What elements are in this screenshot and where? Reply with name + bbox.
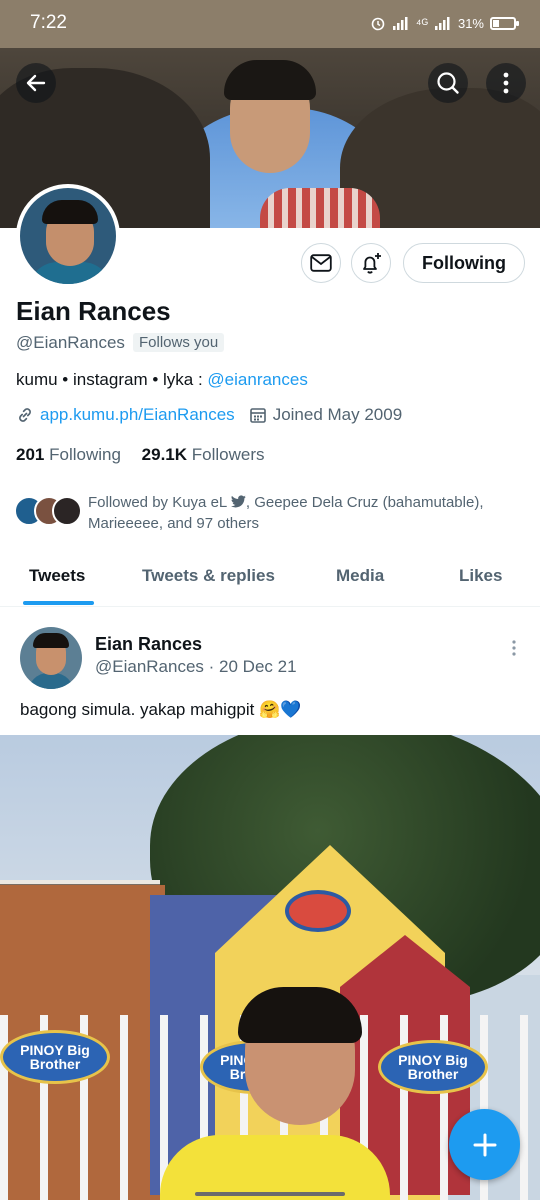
profile-joined-date: Joined May 2009: [272, 405, 403, 424]
twitter-bird-icon: [230, 495, 246, 508]
media-person-hair: [238, 987, 362, 1043]
profile-website-link[interactable]: app.kumu.ph/EianRances: [40, 405, 235, 425]
bio-text: kumu • instagram • lyka :: [16, 370, 208, 389]
mail-icon: [310, 254, 332, 272]
profile-avatar[interactable]: [16, 184, 120, 288]
pbb-sign-left: PINOY Big Brother: [0, 1030, 110, 1084]
followed-by-text[interactable]: Followed by Kuya eL , Geepee Dela Cruz (…: [88, 492, 518, 534]
battery-icon: [490, 16, 519, 30]
search-icon: [437, 72, 459, 94]
tweet-avatar[interactable]: [20, 627, 82, 689]
home-indicator[interactable]: [195, 1192, 345, 1196]
followers-count: 29.1K: [141, 445, 188, 464]
calendar-icon: [249, 408, 266, 423]
profile-tabs: Tweets Tweets & replies Media Likes: [0, 550, 540, 607]
tweet-avatar-body: [28, 673, 74, 689]
followers-label: Followers: [191, 445, 265, 464]
banner-person-hair: [224, 60, 316, 100]
compose-tweet-button[interactable]: [449, 1109, 520, 1180]
status-bar: 7:22 ⁴ᴳ 31%: [0, 0, 540, 48]
search-button[interactable]: [428, 63, 468, 103]
back-button[interactable]: [16, 63, 56, 103]
more-options-button[interactable]: [486, 63, 526, 103]
link-icon: [19, 408, 31, 422]
follows-you-badge: Follows you: [133, 333, 225, 352]
following-stat[interactable]: 201 Following: [16, 445, 121, 464]
tweet-handle-date: @EianRances · 20 Dec 21: [95, 657, 297, 676]
profile-name: Eian Rances: [16, 296, 171, 326]
battery-fill: [493, 19, 499, 27]
more-vertical-icon: [503, 72, 509, 94]
tweet-avatar-hair: [33, 633, 69, 648]
arrow-left-icon: [26, 74, 46, 92]
network-type: ⁴ᴳ: [415, 15, 428, 31]
profile-stats: 201 Following 29.1K Followers: [16, 445, 265, 465]
bio-mention-link[interactable]: @eianrances: [207, 370, 307, 389]
tab-likes[interactable]: Likes: [459, 566, 502, 586]
following-count: 201: [16, 445, 45, 464]
pbb-sign-right: PINOY Big Brother: [378, 1040, 488, 1094]
tweet-author-name[interactable]: Eian Rances: [95, 634, 202, 655]
follower-avatar: [52, 496, 82, 526]
avatar-hair: [42, 200, 98, 224]
tweet-text: bagong simula. yakap mahigpit 🤗💙: [20, 700, 302, 719]
signal-icon-2: [434, 17, 450, 30]
tweet-more-button[interactable]: [506, 638, 522, 658]
media-person: [160, 987, 390, 1200]
followed-by-avatars[interactable]: [14, 496, 84, 528]
plus-icon: [473, 1133, 496, 1156]
status-icons: ⁴ᴳ 31%: [370, 13, 519, 33]
profile-bio: kumu • instagram • lyka : @eianrances: [16, 370, 308, 390]
tab-tweets[interactable]: Tweets: [29, 566, 85, 586]
media-person-shirt: [160, 1135, 390, 1200]
pbb-eye-logo: [285, 890, 351, 932]
message-button[interactable]: [301, 243, 341, 283]
profile-handle: @EianRances: [16, 333, 125, 352]
notifications-button[interactable]: [351, 243, 391, 283]
alarm-icon: [371, 17, 385, 31]
tab-media[interactable]: Media: [336, 566, 384, 586]
status-time: 7:22: [30, 12, 67, 33]
battery-percent: 31%: [457, 15, 484, 31]
followed-by-part1: Followed by Kuya eL: [88, 494, 231, 511]
banner-person-shirt: [260, 188, 380, 228]
following-label: Following: [49, 445, 121, 464]
bell-plus-icon: [363, 253, 381, 274]
profile-meta: app.kumu.ph/EianRances Joined May 2009: [16, 405, 402, 425]
active-tab-indicator: [23, 601, 94, 605]
followers-stat[interactable]: 29.1K Followers: [142, 445, 265, 464]
more-vertical-icon: [512, 640, 516, 656]
tab-tweets-replies[interactable]: Tweets & replies: [142, 566, 275, 586]
following-button[interactable]: Following: [403, 243, 525, 283]
banner-person: [220, 58, 380, 228]
signal-icon: [392, 17, 408, 30]
